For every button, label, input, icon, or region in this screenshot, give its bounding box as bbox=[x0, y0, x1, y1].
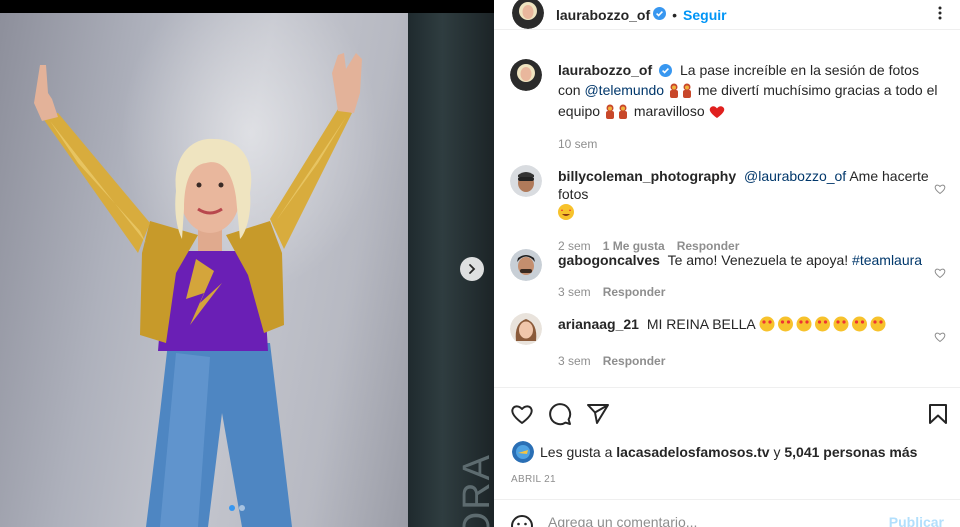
comment-icon[interactable] bbox=[548, 402, 572, 426]
caption-timestamp[interactable]: 10 sem bbox=[558, 135, 597, 153]
avatar[interactable] bbox=[512, 441, 534, 463]
woman-emoji-icon bbox=[604, 104, 630, 123]
follow-button[interactable]: Seguir bbox=[683, 7, 727, 23]
caption-text: maravilloso bbox=[633, 103, 705, 119]
emoji-icon[interactable] bbox=[510, 514, 534, 527]
avatar[interactable] bbox=[510, 249, 542, 281]
comment-like-heart-icon[interactable] bbox=[934, 266, 946, 282]
post-actions-bar bbox=[494, 387, 960, 439]
woman-emoji-icon bbox=[668, 83, 694, 102]
red-heart-icon bbox=[709, 105, 725, 123]
separator-dot: • bbox=[672, 6, 678, 23]
comment-item: gabogoncalves Te amo! Venezuela te apoya… bbox=[494, 238, 960, 302]
post-details-panel: laurabozzo_of • Seguir laurabozzo_of La … bbox=[494, 0, 960, 527]
comment-input[interactable] bbox=[548, 514, 889, 527]
likes-prefix-text: Les gusta a bbox=[540, 444, 613, 460]
caption-mention-link[interactable]: @telemundo bbox=[584, 82, 664, 98]
post-author-username[interactable]: laurabozzo_of bbox=[556, 7, 650, 23]
comment-username[interactable]: laurabozzo_of bbox=[558, 62, 652, 78]
star-struck-emoji-icon bbox=[558, 204, 944, 224]
comments-list: laurabozzo_of La pase increíble en la se… bbox=[494, 48, 960, 372]
comment-mention-link[interactable]: @laurabozzo_of bbox=[744, 168, 846, 184]
verified-badge-icon bbox=[659, 63, 673, 81]
avatar[interactable] bbox=[510, 165, 542, 197]
comment-timestamp[interactable]: 3 sem bbox=[558, 283, 591, 301]
carousel-dot bbox=[239, 505, 245, 511]
post-header: laurabozzo_of • Seguir bbox=[494, 0, 960, 30]
avatar[interactable] bbox=[510, 59, 542, 91]
likes-account-link[interactable]: lacasadelosfamosos.tv bbox=[616, 444, 769, 460]
comment-timestamp[interactable]: 3 sem bbox=[558, 352, 591, 370]
likes-others-link[interactable]: 5,041 personas más bbox=[784, 444, 917, 460]
publish-button[interactable]: Publicar bbox=[889, 514, 944, 527]
comment-username[interactable]: billycoleman_photography bbox=[558, 168, 736, 184]
star-struck-emoji-icon bbox=[759, 316, 889, 336]
chevron-right-icon bbox=[469, 264, 476, 274]
comment-item: arianaag_21 MI REINA BELLA 3 sem Respond… bbox=[494, 302, 960, 372]
comment-like-heart-icon[interactable] bbox=[934, 182, 946, 198]
add-comment-bar: Publicar bbox=[494, 499, 960, 527]
carousel-indicator bbox=[229, 505, 245, 511]
post-photo[interactable] bbox=[0, 13, 408, 527]
woman-figure-illustration bbox=[34, 53, 362, 527]
carousel-dot-active bbox=[229, 505, 235, 511]
likes-connector-text: y bbox=[773, 444, 781, 460]
like-heart-icon[interactable] bbox=[510, 402, 534, 426]
comment-username[interactable]: gabogoncalves bbox=[558, 252, 660, 268]
post-date[interactable]: ABRIL 21 bbox=[511, 474, 556, 485]
share-icon[interactable] bbox=[586, 402, 610, 426]
avatar[interactable] bbox=[512, 0, 544, 29]
comment-item: billycoleman_photography @laurabozzo_of … bbox=[494, 154, 960, 253]
more-options-icon[interactable] bbox=[932, 5, 948, 24]
comment-text: Te amo! Venezuela te apoya! bbox=[667, 252, 849, 268]
likes-summary: Les gusta a lacasadelosfamosos.tv y 5,04… bbox=[512, 441, 917, 463]
reply-button[interactable]: Responder bbox=[603, 283, 666, 301]
comment-text: MI REINA BELLA bbox=[646, 316, 756, 332]
comment-hashtag-link[interactable]: #teamlaura bbox=[852, 252, 922, 268]
post-media: ORA bbox=[0, 0, 494, 527]
comment-username[interactable]: arianaag_21 bbox=[558, 316, 639, 332]
save-bookmark-icon[interactable] bbox=[926, 402, 950, 426]
comment-like-heart-icon[interactable] bbox=[934, 330, 946, 346]
avatar[interactable] bbox=[510, 313, 542, 345]
slide-next-button[interactable] bbox=[460, 257, 484, 281]
post-caption: laurabozzo_of La pase increíble en la se… bbox=[494, 48, 960, 154]
verified-badge-icon bbox=[653, 6, 667, 23]
reply-button[interactable]: Responder bbox=[603, 352, 666, 370]
